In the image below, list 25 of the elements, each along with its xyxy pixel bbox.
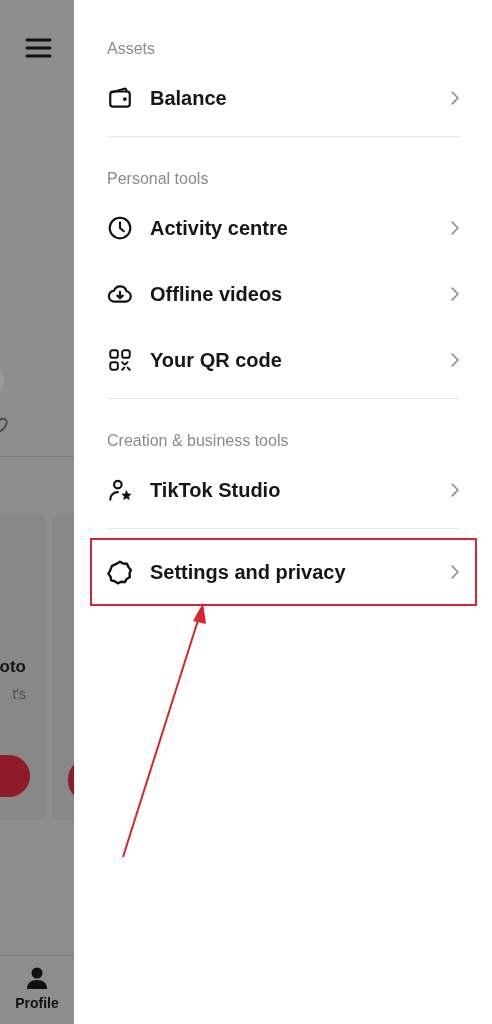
section-label: Personal tools xyxy=(107,169,209,189)
menu-item[interactable]: Balance xyxy=(107,65,460,131)
chevron-right-icon xyxy=(450,90,460,106)
settings-icon xyxy=(107,559,133,585)
menu-item[interactable]: TikTok Studio xyxy=(107,457,460,523)
chevron-right-icon xyxy=(450,482,460,498)
card-subtitle: t's xyxy=(12,684,26,704)
person-icon xyxy=(25,966,49,990)
menu-item[interactable]: Offline videos xyxy=(107,261,460,327)
chevron-right-icon xyxy=(450,352,460,368)
chevron-right-icon xyxy=(450,286,460,302)
wallet-icon xyxy=(107,85,133,111)
menu-item[interactable]: Activity centre xyxy=(107,195,460,261)
menu-item[interactable]: Your QR code xyxy=(107,327,460,393)
card-title: oto xyxy=(0,656,26,678)
chevron-right-icon xyxy=(450,564,460,580)
menu-item[interactable]: Settings and privacy xyxy=(90,538,477,606)
clock-icon xyxy=(107,215,133,241)
section-label: Assets xyxy=(107,39,155,59)
menu-icon[interactable] xyxy=(25,37,52,59)
profile-tab[interactable]: Profile xyxy=(15,966,59,1014)
section-label: Creation & business tools xyxy=(107,431,289,451)
qr-code-icon xyxy=(107,347,133,373)
person-star-icon xyxy=(107,477,133,503)
chevron-right-icon xyxy=(450,220,460,236)
